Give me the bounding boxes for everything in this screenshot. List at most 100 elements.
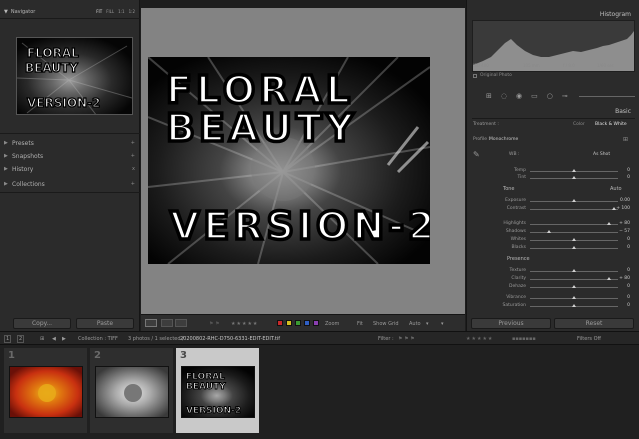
slider-value[interactable]: 0 xyxy=(627,175,630,180)
filmstrip-cell-selected[interactable]: 3 FLORAL BEAUTY VERSION-2 xyxy=(176,348,259,433)
graduated-filter-icon[interactable]: ▭ xyxy=(531,92,538,100)
slider-value[interactable]: 0.00 xyxy=(620,198,630,203)
slider-thumb[interactable] xyxy=(607,277,612,280)
navigator-preview[interactable]: FLORAL BEAUTY VERSION-2 xyxy=(16,37,133,115)
screen-2-button[interactable]: 2 xyxy=(17,335,25,343)
thumbnail-orange-flower[interactable] xyxy=(9,366,83,418)
slider-thumb[interactable] xyxy=(572,246,576,249)
slider-dehaze[interactable]: Dehaze 0 xyxy=(472,282,632,290)
add-snapshot-icon[interactable]: + xyxy=(131,153,135,159)
red-eye-icon[interactable]: ◉ xyxy=(516,92,522,100)
grid-view-icon[interactable]: ⊞ xyxy=(40,336,44,342)
filter-flag-icons[interactable]: ⚑ ⚑ ⚑ xyxy=(398,336,415,342)
slider-value[interactable]: 0 xyxy=(627,284,630,289)
collection-source[interactable]: Collection : TIFF xyxy=(78,336,118,342)
nav-mode-1to1[interactable]: 1:1 xyxy=(118,9,124,14)
filters-off-dropdown[interactable]: Filters Off xyxy=(577,336,601,342)
panel-history[interactable]: ▶ History x xyxy=(0,163,140,175)
slider-vibrance[interactable]: Vibrance 0 xyxy=(472,293,632,301)
slider-saturation[interactable]: Saturation 0 xyxy=(472,301,632,309)
color-label-red[interactable] xyxy=(277,320,283,326)
treatment-color-option[interactable]: Color xyxy=(573,122,585,127)
slider-thumb[interactable] xyxy=(572,285,576,288)
filter-color-labels[interactable]: ▪▪▪▪▪▪▪ xyxy=(512,336,536,342)
slider-value[interactable]: + 100 xyxy=(616,206,630,211)
slider-exposure[interactable]: Exposure 0.00 xyxy=(472,196,632,204)
slider-thumb[interactable] xyxy=(572,269,576,272)
slider-value[interactable]: − 57 xyxy=(619,229,630,234)
slider-blacks[interactable]: Blacks 0 xyxy=(472,243,632,251)
back-arrow-icon[interactable]: ◀ xyxy=(52,336,56,342)
nav-mode-1to2[interactable]: 1:2 xyxy=(129,9,135,14)
zoom-value[interactable]: Fit xyxy=(357,320,363,328)
slider-value[interactable]: 0 xyxy=(627,245,630,250)
toolbar-menu-icon[interactable]: ▾ xyxy=(441,320,444,328)
slider-thumb[interactable] xyxy=(547,230,552,233)
slider-value[interactable]: 0 xyxy=(627,168,630,173)
panel-presets[interactable]: ▶ Presets + xyxy=(0,137,140,149)
slider-thumb[interactable] xyxy=(607,222,612,225)
slider-value[interactable]: + 80 xyxy=(619,276,630,281)
show-grid-value[interactable]: Auto xyxy=(409,320,421,328)
color-label-purple[interactable] xyxy=(313,320,319,326)
color-label-yellow[interactable] xyxy=(286,320,292,326)
color-label-green[interactable] xyxy=(295,320,301,326)
filmstrip-cell[interactable]: 1 xyxy=(4,348,87,433)
slider-thumb[interactable] xyxy=(572,176,576,179)
clear-history-icon[interactable]: x xyxy=(132,166,135,172)
filmstrip-cell[interactable]: 2 xyxy=(90,348,173,433)
thumbnail-bw-flower[interactable] xyxy=(95,366,169,418)
slider-clarity[interactable]: Clarity + 80 xyxy=(472,274,632,282)
slider-value[interactable]: 0 xyxy=(627,237,630,242)
slider-highlights[interactable]: Highlights + 80 xyxy=(472,219,632,227)
checkbox-icon[interactable] xyxy=(473,73,477,78)
slider-track[interactable] xyxy=(530,209,618,210)
adjustment-brush-icon[interactable]: ⊸ xyxy=(562,92,568,100)
crop-icon[interactable]: ⊞ xyxy=(486,92,492,100)
add-preset-icon[interactable]: + xyxy=(131,140,135,146)
screen-1-button[interactable]: 1 xyxy=(4,335,12,343)
loupe-view-button[interactable] xyxy=(145,319,157,327)
tone-auto-button[interactable]: Auto xyxy=(610,186,622,192)
panel-snapshots[interactable]: ▶ Snapshots + xyxy=(0,150,140,162)
main-photo[interactable]: FLORAL BEAUTY VERSION-2 xyxy=(148,57,430,264)
slider-track[interactable] xyxy=(530,232,618,233)
slider-thumb[interactable] xyxy=(572,238,576,241)
slider-shadows[interactable]: Shadows − 57 xyxy=(472,227,632,235)
forward-arrow-icon[interactable]: ▶ xyxy=(62,336,66,342)
slider-tint[interactable]: Tint 0 xyxy=(472,173,632,181)
slider-track[interactable] xyxy=(530,279,618,280)
survey-view-button[interactable] xyxy=(175,319,187,327)
thumbnail-floral-beauty[interactable]: FLORAL BEAUTY VERSION-2 xyxy=(181,366,255,418)
previous-button[interactable]: Previous xyxy=(471,318,551,329)
slider-texture[interactable]: Texture 0 xyxy=(472,266,632,274)
slider-thumb[interactable] xyxy=(572,199,576,202)
profile-browser-icon[interactable]: ⊞ xyxy=(623,136,628,143)
slider-value[interactable]: 0 xyxy=(627,268,630,273)
slider-value[interactable]: + 80 xyxy=(619,221,630,226)
color-label-blue[interactable] xyxy=(304,320,310,326)
slider-value[interactable]: 0 xyxy=(627,303,630,308)
paste-button[interactable]: Paste xyxy=(76,318,134,329)
nav-mode-fit[interactable]: FIT xyxy=(96,9,102,14)
copy-button[interactable]: Copy... xyxy=(13,318,71,329)
panel-collections[interactable]: ▶ Collections + xyxy=(0,178,140,190)
slider-thumb[interactable] xyxy=(572,296,576,299)
nav-mode-fill[interactable]: FILL xyxy=(106,9,114,14)
reset-button[interactable]: Reset xyxy=(554,318,634,329)
wb-dropdown[interactable]: As Shot xyxy=(593,152,610,157)
radial-filter-icon[interactable]: ○ xyxy=(547,92,553,100)
spot-removal-icon[interactable]: ◌ xyxy=(501,92,507,100)
flag-icons[interactable]: ⚑ ⚑ xyxy=(209,320,220,328)
slider-thumb[interactable] xyxy=(572,169,576,172)
dropdown-chevron-icon[interactable]: ▾ xyxy=(426,320,429,328)
filter-star-rating[interactable]: ★★★★★ xyxy=(466,336,493,342)
tool-slider-track[interactable] xyxy=(578,95,635,97)
add-collection-icon[interactable]: + xyxy=(131,181,135,187)
slider-contrast[interactable]: Contrast + 100 xyxy=(472,204,632,212)
star-rating[interactable]: ★★★★★ xyxy=(231,320,258,328)
slider-whites[interactable]: Whites 0 xyxy=(472,235,632,243)
slider-value[interactable]: 0 xyxy=(627,295,630,300)
compare-view-button[interactable] xyxy=(161,319,173,327)
slider-track[interactable] xyxy=(530,224,618,225)
